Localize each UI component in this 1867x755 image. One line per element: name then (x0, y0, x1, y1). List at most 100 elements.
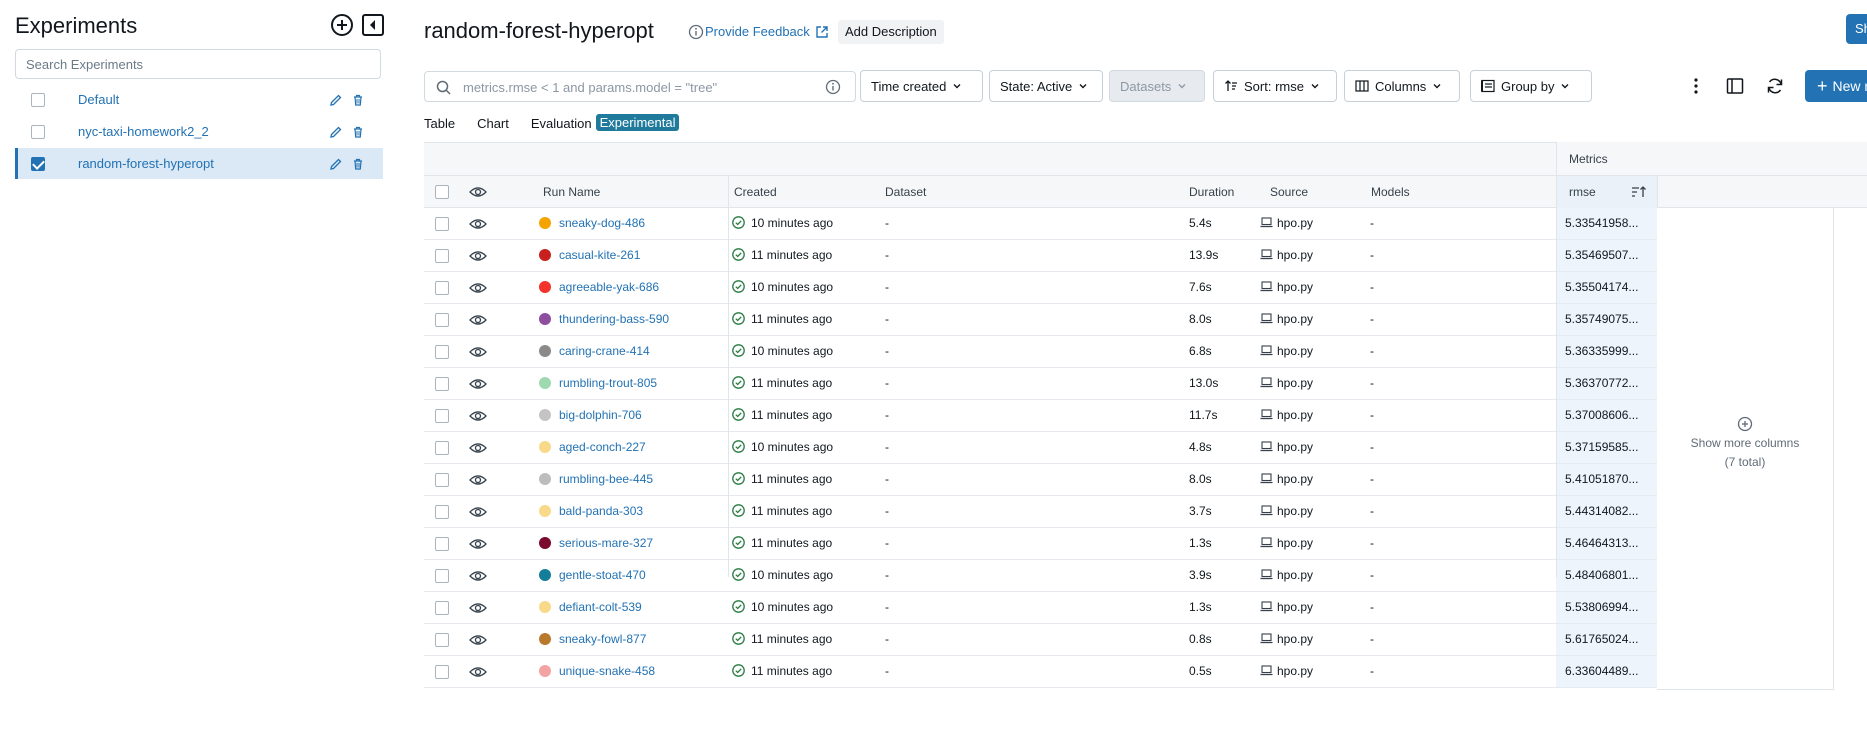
run-name-cell[interactable]: casual-kite-261 (539, 240, 640, 271)
source-cell[interactable]: hpo.py (1260, 528, 1313, 559)
table-row[interactable]: unique-snake-458 11 minutes ago - 0.5s hpo.p… (424, 656, 1657, 688)
run-name-link[interactable]: serious-mare-327 (559, 536, 653, 550)
source-cell[interactable]: hpo.py (1260, 240, 1313, 271)
runs-search-input[interactable] (461, 72, 825, 103)
visibility-icon[interactable] (469, 248, 487, 264)
experiment-name[interactable]: random-forest-hyperopt (78, 156, 329, 171)
run-color-dot[interactable] (539, 472, 551, 485)
experiment-checkbox[interactable] (31, 92, 45, 107)
visibility-icon[interactable] (469, 376, 487, 392)
row-checkbox[interactable] (435, 473, 449, 487)
tab-evaluation[interactable]: Evaluation Experimental (531, 114, 680, 142)
table-row[interactable]: bald-panda-303 11 minutes ago - 3.7s hpo.py -… (424, 496, 1657, 528)
visibility-icon[interactable] (469, 440, 487, 456)
run-name-link[interactable]: sneaky-fowl-877 (559, 632, 646, 646)
experiment-item[interactable]: nyc-taxi-homework2_2 (15, 116, 383, 147)
info-icon[interactable] (688, 24, 704, 40)
sort-dropdown[interactable]: Sort: rmse (1213, 70, 1337, 102)
run-name-cell[interactable]: sneaky-fowl-877 (539, 624, 646, 655)
delete-icon[interactable] (351, 157, 365, 171)
visibility-icon[interactable] (469, 280, 487, 296)
refresh-icon[interactable] (1765, 76, 1785, 96)
row-checkbox[interactable] (435, 409, 449, 423)
table-row[interactable]: casual-kite-261 11 minutes ago - 13.9s hpo.p… (424, 240, 1657, 272)
row-checkbox[interactable] (435, 249, 449, 263)
source-cell[interactable]: hpo.py (1260, 368, 1313, 399)
header-source[interactable]: Source (1270, 176, 1308, 208)
run-name-cell[interactable]: thundering-bass-590 (539, 304, 669, 335)
row-checkbox[interactable] (435, 217, 449, 231)
side-panel-icon[interactable] (1725, 76, 1745, 96)
run-color-dot[interactable] (539, 280, 551, 293)
visibility-icon[interactable] (469, 600, 487, 616)
visibility-icon[interactable] (469, 664, 487, 680)
tab-chart[interactable]: Chart (477, 116, 509, 142)
columns-dropdown[interactable]: Columns (1344, 70, 1460, 102)
table-row[interactable]: sneaky-dog-486 10 minutes ago - 5.4s hpo.py -… (424, 208, 1657, 240)
visibility-icon[interactable] (469, 536, 487, 552)
header-duration[interactable]: Duration (1189, 176, 1234, 208)
run-color-dot[interactable] (539, 248, 551, 261)
source-cell[interactable]: hpo.py (1260, 304, 1313, 335)
run-name-link[interactable]: sneaky-dog-486 (559, 216, 645, 230)
run-name-link[interactable]: aged-conch-227 (559, 440, 646, 454)
source-cell[interactable]: hpo.py (1260, 592, 1313, 623)
run-name-cell[interactable]: agreeable-yak-686 (539, 272, 659, 303)
run-name-link[interactable]: thundering-bass-590 (559, 312, 669, 326)
delete-icon[interactable] (351, 125, 365, 139)
new-run-button[interactable]: + New r (1805, 70, 1867, 102)
run-name-link[interactable]: defiant-colt-539 (559, 600, 642, 614)
row-checkbox[interactable] (435, 633, 449, 647)
search-help-icon[interactable] (825, 79, 841, 95)
table-row[interactable]: agreeable-yak-686 10 minutes ago - 7.6s hpo.… (424, 272, 1657, 304)
row-checkbox[interactable] (435, 281, 449, 295)
run-name-cell[interactable]: bald-panda-303 (539, 496, 643, 527)
run-color-dot[interactable] (539, 632, 551, 645)
run-color-dot[interactable] (539, 504, 551, 517)
source-cell[interactable]: hpo.py (1260, 560, 1313, 591)
visibility-icon[interactable] (469, 184, 487, 200)
provide-feedback-link[interactable]: Provide Feedback (705, 24, 829, 39)
run-name-cell[interactable]: defiant-colt-539 (539, 592, 642, 623)
row-checkbox[interactable] (435, 569, 449, 583)
run-color-dot[interactable] (539, 344, 551, 357)
select-all-checkbox[interactable] (435, 185, 449, 199)
row-checkbox[interactable] (435, 345, 449, 359)
table-row[interactable]: sneaky-fowl-877 11 minutes ago - 0.8s hpo.py… (424, 624, 1657, 656)
run-color-dot[interactable] (539, 408, 551, 421)
run-color-dot[interactable] (539, 376, 551, 389)
run-name-link[interactable]: caring-crane-414 (559, 344, 650, 358)
add-description-button[interactable]: Add Description (838, 20, 944, 44)
run-name-cell[interactable]: rumbling-trout-805 (539, 368, 657, 399)
time-created-dropdown[interactable]: Time created (860, 70, 983, 102)
table-row[interactable]: thundering-bass-590 11 minutes ago - 8.0s hp… (424, 304, 1657, 336)
run-name-link[interactable]: rumbling-bee-445 (559, 472, 653, 486)
visibility-icon[interactable] (469, 408, 487, 424)
source-cell[interactable]: hpo.py (1260, 208, 1313, 239)
experiment-name[interactable]: nyc-taxi-homework2_2 (78, 124, 329, 139)
collapse-sidebar-icon[interactable] (361, 13, 385, 37)
row-checkbox[interactable] (435, 537, 449, 551)
visibility-icon[interactable] (469, 632, 487, 648)
visibility-icon[interactable] (469, 216, 487, 232)
run-name-cell[interactable]: serious-mare-327 (539, 528, 653, 559)
edit-icon[interactable] (329, 125, 343, 139)
run-name-cell[interactable]: rumbling-bee-445 (539, 464, 653, 495)
experiment-checkbox[interactable] (31, 124, 45, 139)
run-color-dot[interactable] (539, 312, 551, 325)
run-name-link[interactable]: agreeable-yak-686 (559, 280, 659, 294)
more-options-icon[interactable] (1686, 76, 1706, 96)
run-name-link[interactable]: unique-snake-458 (559, 664, 655, 678)
row-checkbox[interactable] (435, 441, 449, 455)
experiment-checkbox[interactable] (31, 156, 45, 171)
visibility-icon[interactable] (469, 504, 487, 520)
run-name-cell[interactable]: big-dolphin-706 (539, 400, 642, 431)
run-color-dot[interactable] (539, 664, 551, 677)
run-color-dot[interactable] (539, 216, 551, 229)
run-name-link[interactable]: casual-kite-261 (559, 248, 640, 262)
run-name-cell[interactable]: unique-snake-458 (539, 656, 655, 687)
edit-icon[interactable] (329, 157, 343, 171)
experiment-item[interactable]: Default (15, 84, 383, 115)
header-created[interactable]: Created (734, 176, 777, 208)
source-cell[interactable]: hpo.py (1260, 624, 1313, 655)
